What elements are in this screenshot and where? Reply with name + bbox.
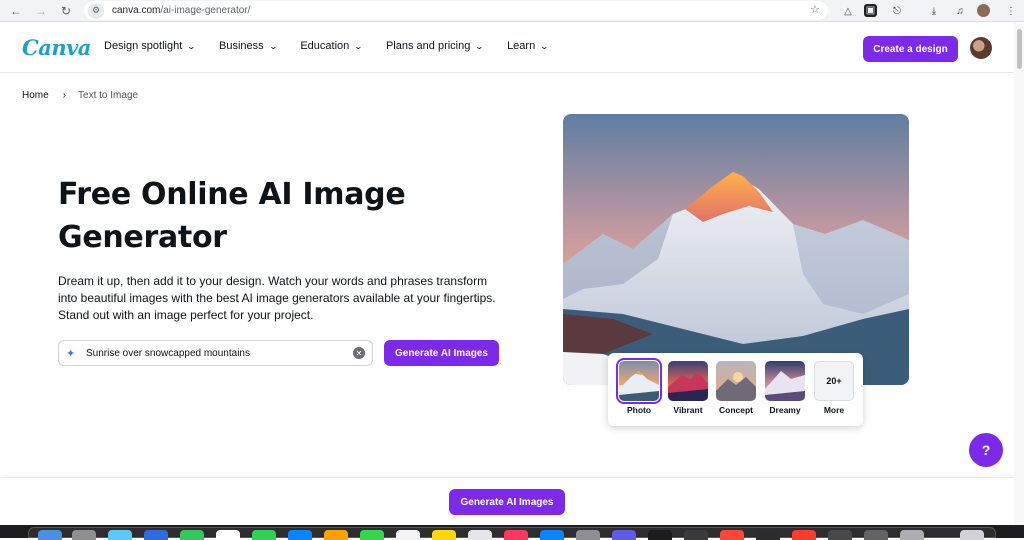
style-thumbnail [668, 361, 708, 401]
breadcrumb-current: Text to Image [78, 90, 139, 101]
dock-app-icon[interactable] [324, 530, 348, 540]
page-title: Free Online AI Image Generator [58, 177, 406, 255]
dock-app-icon[interactable] [432, 530, 456, 540]
menu-item-learn[interactable]: Learn ⌄ [507, 40, 550, 52]
browser-toolbar: ← → ↻ ⚙ canva.com/ai-image-generator/ ☆ … [0, 0, 1024, 22]
dock-app-icon[interactable] [108, 530, 132, 540]
clear-input-icon[interactable]: ✕ [353, 347, 365, 359]
style-option-concept[interactable]: Concept [714, 361, 758, 415]
dock-app-icon[interactable] [828, 530, 852, 540]
style-option-vibrant[interactable]: Vibrant [666, 361, 710, 415]
style-label: Concept [719, 405, 753, 415]
menu-item-label: Business [218, 40, 264, 52]
menu-item-plans-and-pricing[interactable]: Plans and pricing ⌄ [385, 40, 485, 52]
site-settings-icon[interactable]: ⚙ [88, 2, 104, 19]
menu-item-label: Learn [507, 40, 536, 52]
style-thumbnail [616, 358, 662, 404]
dock-app-icon[interactable] [900, 530, 924, 540]
dock-app-icon[interactable] [180, 530, 204, 540]
dock-app-icon[interactable] [468, 530, 492, 540]
menu-item-label: Design spotlight [104, 40, 183, 52]
chevron-down-icon: ⌄ [268, 41, 278, 51]
puzzle-icon[interactable]: ⎋ [889, 3, 905, 19]
reload-icon[interactable]: ↻ [57, 2, 75, 20]
style-thumbnail [716, 361, 756, 401]
dock-app-icon[interactable] [72, 530, 96, 540]
menu-dots-icon[interactable]: ⋮ [1003, 3, 1019, 19]
breadcrumb-home-link[interactable]: Home [22, 90, 49, 101]
dock-app-icon[interactable] [648, 530, 672, 540]
url-path: /ai-image-generator/ [160, 5, 251, 16]
more-styles-badge: 20+ [814, 361, 854, 401]
dock-app-icon[interactable] [792, 530, 816, 540]
dock-app-icon[interactable] [252, 530, 276, 540]
dock-app-icon[interactable] [540, 530, 564, 540]
style-label: More [823, 405, 845, 415]
menu-item-label: Education [300, 40, 350, 52]
page-scrollbar[interactable] [1014, 23, 1024, 525]
extension-icon[interactable]: △ [840, 3, 856, 19]
url-host: canva.com [112, 5, 161, 16]
ai-sparkle-search-icon: ✦ [66, 347, 76, 360]
address-bar[interactable]: ⚙ canva.com/ai-image-generator/ ☆ [84, 1, 828, 20]
scrollbar-thumb[interactable] [1017, 29, 1022, 69]
generate-ai-images-button[interactable]: Generate AI Images [384, 340, 499, 366]
sticky-generate-ai-images-button[interactable]: Generate AI Images [449, 489, 565, 515]
site-header: Canva Design spotlight ⌄ Business ⌄ Educat… [0, 23, 1014, 73]
style-label: Dreamy [769, 405, 801, 415]
menu-item-business[interactable]: Business ⌄ [218, 40, 278, 52]
breadcrumb: Home › Text to Image [22, 90, 138, 101]
canva-logo[interactable]: Canva [22, 35, 91, 60]
style-option-photo[interactable]: Photo [616, 358, 662, 415]
hero-mountain-image [563, 114, 909, 385]
forward-arrow-icon[interactable]: → [32, 2, 50, 20]
os-dock [0, 525, 1024, 540]
prompt-input-wrapper: ✦ ✕ [58, 340, 373, 366]
style-label: Photo [626, 405, 652, 415]
page: Canva Design spotlight ⌄ Business ⌄ Educat… [0, 23, 1014, 525]
dock-app-icon[interactable] [576, 530, 600, 540]
chevron-down-icon: ⌄ [353, 41, 364, 51]
menu-item-education[interactable]: Education ⌄ [300, 40, 364, 52]
dock-app-icon[interactable] [360, 530, 384, 540]
dock-app-icon[interactable] [960, 530, 984, 540]
dock-app-icon[interactable] [612, 530, 636, 540]
chevron-down-icon: ⌄ [186, 41, 197, 51]
avatar[interactable] [970, 37, 992, 59]
dock-app-icon[interactable] [144, 530, 168, 540]
chevron-down-icon: ⌄ [475, 41, 485, 51]
dock-app-icon[interactable] [684, 530, 708, 540]
dock-app-icon[interactable] [396, 530, 420, 540]
sticky-cta-bar: Generate AI Images [0, 477, 1014, 525]
menu-item-label: Plans and pricing [385, 40, 471, 52]
dock-app-icon[interactable] [216, 530, 240, 540]
extension-icon[interactable]: ▣ [864, 4, 877, 17]
dock-app-icon[interactable] [288, 530, 312, 540]
dock-app-icon[interactable] [720, 530, 744, 540]
url-text: canva.com/ai-image-generator/ [112, 5, 250, 16]
dock-app-icon[interactable] [504, 530, 528, 540]
dock-app-icon[interactable] [864, 530, 888, 540]
style-picker: Photo Vibrant Concept Dreamy 20+ More [608, 353, 863, 426]
download-icon[interactable]: ⤓ [926, 3, 942, 19]
hero-description: Dream it up, then add it to your design.… [58, 274, 496, 322]
chevron-down-icon: ⌄ [539, 41, 550, 51]
prompt-input[interactable] [86, 347, 346, 359]
chevron-right-icon: › [62, 90, 67, 101]
main-menu: Design spotlight ⌄ Business ⌄ Education ⌄ P… [104, 40, 572, 52]
style-option-more[interactable]: 20+ More [812, 361, 856, 415]
menu-item-design-spotlight[interactable]: Design spotlight ⌄ [104, 40, 197, 52]
style-option-dreamy[interactable]: Dreamy [763, 361, 807, 415]
profile-avatar-icon[interactable] [977, 4, 990, 17]
style-label: Vibrant [673, 405, 703, 415]
bookmark-star-icon[interactable]: ☆ [810, 3, 820, 16]
create-design-button[interactable]: Create a design [863, 36, 958, 62]
dock-app-icon[interactable] [756, 530, 780, 540]
style-thumbnail [765, 361, 805, 401]
media-icon[interactable]: ♫ [952, 3, 968, 19]
back-arrow-icon[interactable]: ← [7, 2, 25, 20]
help-button[interactable]: ? [969, 433, 1003, 467]
dock-app-icon[interactable] [38, 530, 62, 540]
